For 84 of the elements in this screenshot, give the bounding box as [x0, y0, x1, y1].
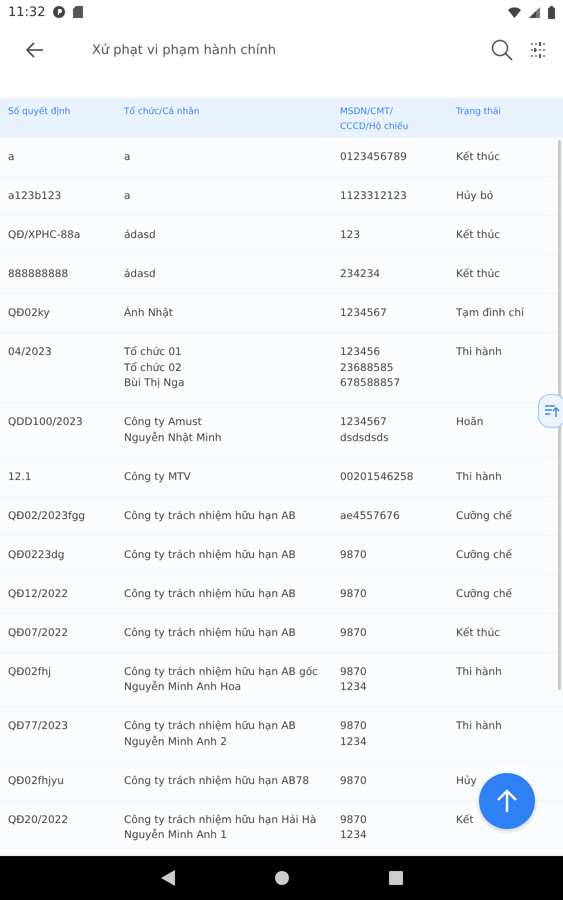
sort-button[interactable] [538, 394, 563, 428]
table-cell-text: Kết thúc [456, 228, 501, 243]
recents-icon[interactable] [388, 871, 402, 885]
column-header[interactable]: MSDN/CMT/ CCCD/Hộ chiếu [340, 105, 456, 135]
table-cell-text: a [8, 150, 16, 165]
table-cell-text: Kết thúc [456, 150, 501, 165]
table-cell-text: 123456 23688585 678588857 [340, 345, 402, 391]
table-cell-text: Thi hành [456, 470, 503, 484]
table-cell-text: 1123312123 [340, 189, 408, 204]
table-cell-text: 1234567 [340, 306, 388, 321]
table-cell-text: Công ty trách nhiệm hữu hạn AB Nguyễn Minh Anh 2 [124, 719, 297, 750]
table-cell-text: Hủy bỏ [456, 189, 494, 204]
table-cell-text: Công ty trách nhiệm hữu hạn AB [124, 586, 297, 602]
wifi-icon [508, 6, 521, 18]
column-header[interactable]: Tổ chức/Cá nhân [124, 105, 340, 120]
table-cell-text: Kết thúc [456, 626, 501, 640]
table-cell-text: QĐ77/2023 [8, 719, 70, 734]
table-cell-text: Kết [456, 812, 474, 828]
table-cell-text: 9870 [340, 774, 368, 788]
table-cell-text: Công ty trách nhiệm hữu hạn Hải Hà Nguyễn Minh Anh 1 [124, 812, 318, 843]
table-cell-text: 12.1 [8, 470, 32, 484]
table-cell-text: Công ty trách nhiệm hữu hạn AB gốc Nguyễn Minh Anh Hoa [124, 664, 319, 695]
table-cell-text: Hoãn [456, 415, 484, 430]
home-icon[interactable] [274, 871, 288, 885]
table-cell-text: 04/2023 [8, 345, 53, 360]
table-cell-text: 1234567 dsdsdsds [340, 415, 390, 446]
table-cell-text: Tạm đình chỉ [456, 306, 525, 321]
table-cell-text: 888888888 [8, 267, 70, 282]
table-cell-text: QĐ02fhj [8, 664, 52, 680]
column-header[interactable]: Trạng thái [456, 105, 563, 120]
table-cell-text: Công ty trách nhiệm hữu hạn AB [124, 548, 297, 562]
table-cell-text: 9870 1234 [340, 812, 368, 843]
table-cell-text: a [124, 150, 132, 165]
table-cell-text: ádasd [124, 228, 157, 243]
table-cell-text: Cưỡng chế [456, 508, 513, 524]
table-cell-text: Cưỡng chế [456, 548, 513, 562]
table-cell-text: Thi hành [456, 664, 503, 680]
signal-icon [529, 6, 540, 18]
table-cell-text: 00201546258 [340, 470, 414, 484]
battery-icon [548, 6, 555, 18]
table-cell-text: a [124, 189, 132, 204]
table-cell-text: Thi hành [456, 345, 503, 360]
table-cell-text: QĐ02fhjyu [8, 774, 65, 788]
filter-icon [529, 41, 547, 59]
table-cell-text: Công ty MTV [124, 470, 192, 484]
table-cell-text: Công ty trách nhiệm hữu hạn AB [124, 508, 297, 524]
table-cell-text: 0123456789 [340, 150, 408, 165]
table-cell-text: QĐ02/2023fgg [8, 508, 86, 524]
table-cell-text: 234234 [340, 267, 382, 282]
status-time: 11:32 [8, 4, 46, 20]
table-cell-text: Cưỡng chế [456, 586, 513, 602]
back-icon[interactable] [160, 870, 174, 886]
notification-icon [53, 6, 66, 18]
table-cell-text: QĐ07/2022 [8, 626, 70, 640]
column-header[interactable]: Số quyết định [8, 105, 124, 120]
search-icon [491, 39, 513, 61]
table-cell-text: QĐ02ky [8, 306, 51, 321]
table-cell-text: 9870 [340, 586, 368, 602]
table-cell-text: 9870 1234 [340, 719, 368, 750]
table-cell-text: QDD100/2023 [8, 415, 84, 430]
table-cell-text: 9870 [340, 548, 368, 562]
page-title: Xử phạt vi phạm hành chính [92, 42, 277, 58]
table-cell-text: QĐ20/2022 [8, 812, 70, 828]
table-cell-text: Kết thúc [456, 267, 501, 282]
table-cell-text: 123 [340, 228, 362, 243]
table-cell-text: QĐ12/2022 [8, 586, 70, 602]
table-cell-text: a123b123 [8, 189, 62, 204]
sort-icon [544, 404, 560, 418]
table-cell-text: Công ty trách nhiệm hữu hạn AB78 [124, 774, 310, 788]
table-cell-text: Hủy [456, 774, 478, 788]
table-cell-text: QĐ/XPHC-88a [8, 228, 82, 243]
table-cell-text: Ánh Nhật [124, 306, 174, 321]
table-cell-text: 9870 1234 [340, 664, 368, 695]
table-cell-text: Công ty trách nhiệm hữu hạn AB [124, 626, 297, 640]
table-cell-text: 9870 [340, 626, 368, 640]
sd-card-icon [73, 6, 84, 18]
table-cell-text: ae4557676 [340, 508, 401, 524]
up-arrow-icon [496, 789, 518, 813]
table-cell-text: Tổ chức 01 Tổ chức 02 Bùi Thị Nga [124, 345, 186, 391]
table-cell-text: Công ty Amust Nguyễn Nhật Minh [124, 415, 223, 446]
back-arrow-icon [26, 42, 44, 58]
table-cell-text: ádasd [124, 267, 157, 282]
table-cell-text: QĐ0223dg [8, 548, 66, 562]
table-cell-text: Thi hành [456, 719, 503, 734]
